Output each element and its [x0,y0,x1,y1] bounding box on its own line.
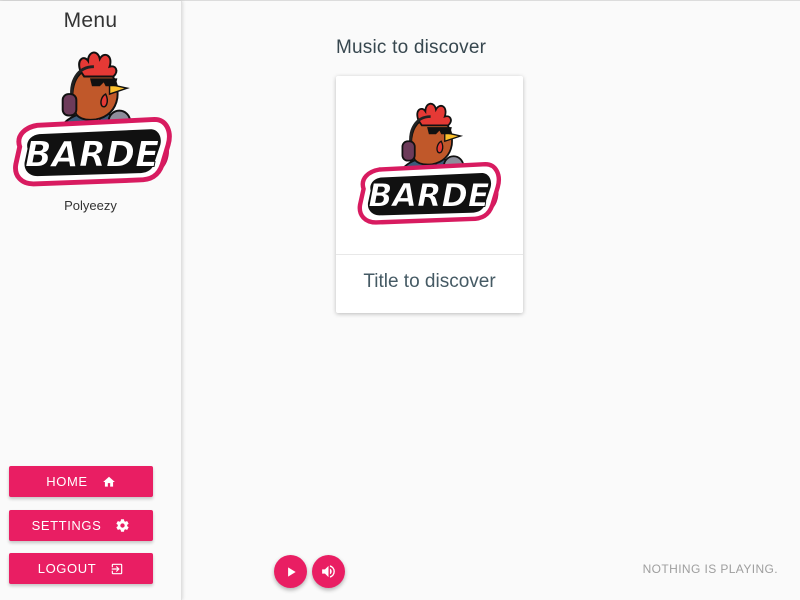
section-title: Music to discover [336,37,487,58]
card-image [353,92,503,237]
home-icon [102,476,115,487]
player-status: NOTHING IS PLAYING. [642,562,778,576]
logout-button[interactable]: LOGOUT [9,553,153,584]
music-card[interactable]: Title to discover [336,76,523,313]
barde-logo [8,41,174,193]
card-title: Title to discover [363,271,496,292]
home-button-label: HOME [46,474,88,489]
home-button[interactable]: HOME [9,466,153,497]
username: Polyeezy [64,198,117,213]
card-divider [336,254,523,255]
app-window: Menu Polyeezy HOME SETTINGS LOGOUT Music… [0,0,800,600]
barde-logo-image [8,41,174,193]
play-button[interactable] [274,555,307,588]
sidebar: Menu Polyeezy HOME SETTINGS LOGOUT [0,1,182,600]
settings-button-label: SETTINGS [31,518,102,533]
volume-button[interactable] [312,555,345,588]
barde-logo-image [353,92,503,232]
play-icon [287,566,296,577]
logout-icon [112,563,123,574]
logout-button-label: LOGOUT [37,561,97,576]
volume-icon [322,565,335,578]
settings-button[interactable]: SETTINGS [9,510,153,541]
gear-icon [116,519,129,532]
menu-title: Menu [63,9,118,32]
